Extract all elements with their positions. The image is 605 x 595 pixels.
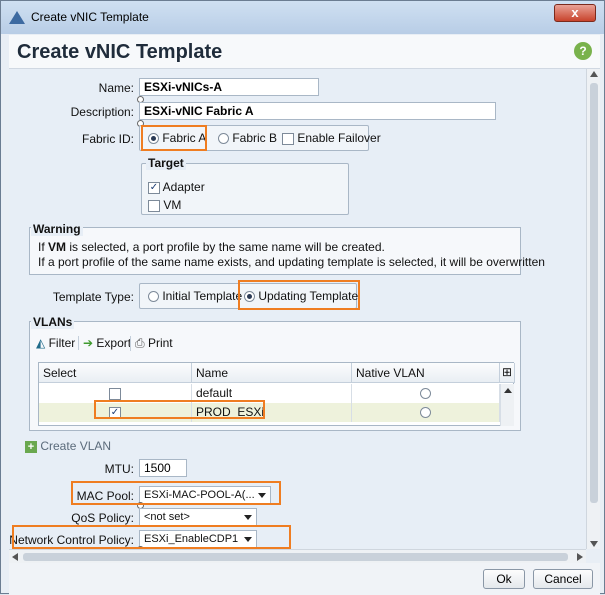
chevron-down-icon [244, 515, 252, 520]
enable-failover-label: Enable Failover [297, 131, 381, 145]
column-chooser-icon[interactable]: ⊞ [500, 363, 515, 383]
dialog-window: Create vNIC Template x Create vNIC Templ… [0, 0, 605, 595]
warning-legend: Warning [31, 222, 83, 236]
target-vm-label: VM [163, 198, 182, 212]
description-input[interactable]: ESXi-vNIC Fabric A [139, 102, 496, 120]
filter-label: Filter [48, 336, 76, 350]
radio-icon [218, 133, 229, 145]
checkbox-icon[interactable] [109, 387, 121, 400]
warning-text: If [38, 240, 49, 254]
scroll-right-icon[interactable] [577, 553, 583, 561]
create-vlan-label: Create VLAN [40, 439, 112, 453]
title-bar: Create vNIC Template x [1, 1, 604, 34]
fabric-b-label: Fabric B [232, 131, 278, 145]
name-input[interactable]: ESXi-vNICs-A [139, 78, 319, 96]
fabric-a-highlight [141, 125, 207, 151]
page-title: Create vNIC Template [17, 41, 223, 63]
initial-template-option[interactable]: Initial Template [148, 289, 242, 303]
column-header-native-vlan[interactable]: Native VLAN [352, 363, 500, 383]
warning-text: is selected, a port profile by the same … [66, 240, 385, 254]
radio-icon[interactable] [420, 388, 431, 400]
form-content: Name: ESXi-vNICs-A Description: ESXi-vNI… [9, 69, 586, 549]
scroll-thumb[interactable] [23, 553, 568, 561]
radio-icon[interactable] [420, 407, 431, 419]
close-button[interactable]: x [554, 4, 596, 22]
scroll-up-icon[interactable] [590, 71, 598, 77]
scroll-thumb[interactable] [590, 83, 598, 503]
target-legend: Target [146, 156, 186, 170]
name-label: Name: [98, 81, 134, 95]
export-label: Export [96, 336, 132, 350]
cancel-button[interactable]: Cancel [533, 569, 593, 589]
export-button[interactable]: ➔ Export [78, 336, 131, 350]
window-title: Create vNIC Template [31, 10, 149, 24]
target-vm-option[interactable]: VM [148, 198, 181, 212]
checkbox-icon [282, 132, 294, 145]
qos-policy-value: <not set> [144, 511, 190, 523]
vlans-legend: VLANs [31, 315, 75, 329]
updating-template-highlight [238, 280, 360, 310]
vertical-scrollbar[interactable] [586, 69, 600, 549]
row-native-vlan-cell [352, 384, 500, 403]
print-icon: ⎙ [135, 336, 145, 350]
network-control-policy-highlight [12, 525, 291, 549]
column-header-name[interactable]: Name [192, 363, 352, 383]
export-icon: ➔ [83, 336, 94, 350]
print-button[interactable]: ⎙ Print [130, 336, 173, 351]
template-type-label: Template Type: [52, 290, 134, 304]
initial-template-label: Initial Template [162, 289, 243, 303]
filter-button[interactable]: ◭ Filter [36, 336, 75, 350]
warning-vm-text: VM [48, 240, 67, 254]
target-adapter-option[interactable]: ✓ Adapter [148, 180, 205, 194]
fabric-id-label: Fabric ID: [81, 132, 134, 146]
prod-esxi-highlight [94, 400, 265, 419]
scroll-up-icon[interactable] [504, 388, 512, 393]
checkbox-checked-icon: ✓ [148, 181, 160, 194]
scroll-left-icon[interactable] [12, 553, 18, 561]
enable-failover-checkbox[interactable]: Enable Failover [282, 131, 381, 145]
app-icon [9, 11, 25, 24]
add-icon: + [25, 441, 37, 453]
fabric-b-option[interactable]: Fabric B [218, 131, 277, 145]
dialog-header: Create vNIC Template ? [9, 35, 600, 69]
target-adapter-label: Adapter [162, 180, 205, 194]
radio-icon [148, 291, 159, 303]
checkbox-icon [148, 199, 160, 212]
scroll-down-icon[interactable] [590, 541, 598, 547]
mtu-label: MTU: [104, 462, 134, 476]
dialog-footer: Ok Cancel [9, 563, 600, 595]
mtu-input[interactable]: 1500 [139, 459, 187, 477]
warning-line-1: If VM is selected, a port profile by the… [38, 240, 385, 254]
qos-policy-label: QoS Policy: [71, 511, 134, 525]
target-group: ✓ Adapter VM [141, 163, 349, 215]
mac-pool-highlight [71, 481, 281, 505]
horizontal-scrollbar[interactable] [9, 549, 586, 563]
help-icon[interactable]: ? [574, 42, 592, 60]
row-native-vlan-cell [352, 403, 500, 422]
create-vlan-link[interactable]: + Create VLAN [25, 439, 111, 453]
filter-icon: ◭ [36, 336, 46, 350]
column-header-select[interactable]: Select [39, 363, 192, 383]
description-label: Description: [70, 105, 134, 119]
print-label: Print [147, 336, 173, 350]
warning-box: If VM is selected, a port profile by the… [29, 227, 545, 275]
warning-line-2: If a port profile of the same name exist… [38, 255, 545, 269]
ok-button[interactable]: Ok [483, 569, 525, 589]
table-scrollbar[interactable] [500, 384, 514, 426]
qos-policy-select[interactable]: <not set> [139, 508, 257, 526]
